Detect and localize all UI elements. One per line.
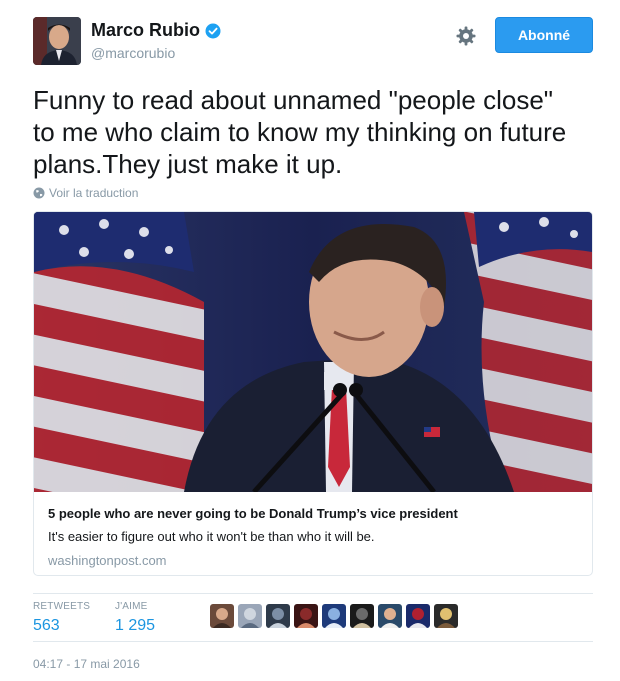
- card-body: 5 people who are never going to be Donal…: [34, 492, 592, 575]
- divider: [33, 593, 593, 594]
- author-handle[interactable]: @marcorubio: [91, 45, 221, 61]
- liker-avatar[interactable]: [322, 604, 346, 628]
- tweet-text: Funny to read about unnamed "people clos…: [33, 84, 593, 180]
- liker-avatar[interactable]: [406, 604, 430, 628]
- liker-avatar[interactable]: [266, 604, 290, 628]
- follow-button[interactable]: Abonné: [495, 17, 593, 53]
- card-description: It's easier to figure out who it won't b…: [48, 529, 375, 544]
- liker-avatar[interactable]: [238, 604, 262, 628]
- liker-avatar[interactable]: [294, 604, 318, 628]
- divider: [33, 641, 593, 642]
- likes-stat[interactable]: J'AIME 1 295: [115, 601, 155, 635]
- retweets-stat[interactable]: RETWEETS 563: [33, 601, 90, 635]
- retweets-label: RETWEETS: [33, 601, 91, 612]
- tweet-stats: RETWEETS 563 J'AIME 1 295: [33, 601, 593, 637]
- liker-avatar[interactable]: [378, 604, 402, 628]
- author-name[interactable]: Marco Rubio: [91, 20, 221, 41]
- tweet-header: Marco Rubio @marcorubio Abonné: [33, 17, 593, 69]
- liker-avatars: [210, 604, 458, 628]
- tweet-timestamp[interactable]: 04:17 - 17 mai 2016: [33, 657, 140, 671]
- author-name-text: Marco Rubio: [91, 20, 201, 40]
- verified-badge-icon: [205, 23, 221, 39]
- card-domain: washingtonpost.com: [48, 553, 167, 568]
- author-name-block: Marco Rubio @marcorubio: [91, 20, 221, 61]
- liker-avatar[interactable]: [350, 604, 374, 628]
- tweet-text-line: to me who claim to know my thinking on f…: [33, 117, 567, 147]
- link-card[interactable]: 5 people who are never going to be Donal…: [33, 211, 593, 576]
- globe-icon: [33, 187, 45, 199]
- likes-count: 1 295: [115, 617, 156, 634]
- liker-avatar[interactable]: [210, 604, 234, 628]
- translate-label: Voir la traduction: [49, 186, 139, 200]
- gear-icon[interactable]: [455, 25, 477, 47]
- author-avatar[interactable]: [33, 17, 81, 65]
- card-image[interactable]: [34, 212, 592, 492]
- translate-link[interactable]: Voir la traduction: [33, 186, 138, 200]
- card-title[interactable]: 5 people who are never going to be Donal…: [48, 506, 578, 521]
- tweet-text-line: plans.They just make it up.: [33, 149, 343, 179]
- likes-label: J'AIME: [115, 601, 148, 612]
- retweets-count: 563: [33, 617, 60, 634]
- liker-avatar[interactable]: [434, 604, 458, 628]
- tweet-text-line: Funny to read about unnamed "people clos…: [33, 85, 554, 115]
